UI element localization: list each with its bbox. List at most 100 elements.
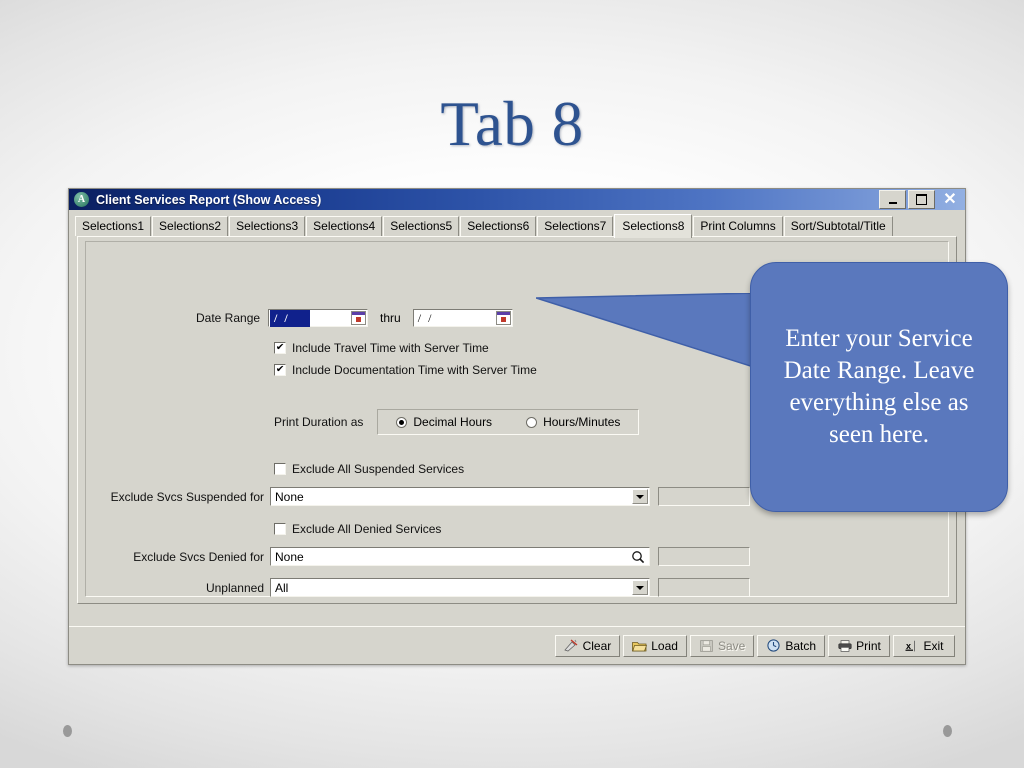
exclude-denied-for-row: Exclude Svcs Denied for None [96, 547, 750, 566]
print-duration-radio-group: Decimal Hours Hours/Minutes [377, 409, 639, 435]
window-title: Client Services Report (Show Access) [96, 193, 321, 207]
close-icon: ✕ [943, 192, 956, 208]
window-controls: ✕ [879, 190, 963, 209]
tab-selections8[interactable]: Selections8 [614, 214, 692, 238]
unplanned-dropdown[interactable]: All [270, 578, 650, 597]
tab-label: Selections5 [390, 219, 452, 233]
exit-button[interactable]: x Exit [893, 635, 955, 657]
calendar-icon[interactable] [496, 311, 511, 325]
radio-hours-minutes[interactable]: Hours/Minutes [526, 415, 620, 429]
include-travel-time-label: Include Travel Time with Server Time [292, 341, 489, 355]
tab-selections4[interactable]: Selections4 [306, 216, 382, 236]
tab-selections6[interactable]: Selections6 [460, 216, 536, 236]
tab-label: Selections6 [467, 219, 529, 233]
print-button-label: Print [856, 639, 881, 653]
checkbox-icon[interactable] [274, 523, 286, 535]
load-button-label: Load [651, 639, 678, 653]
print-button[interactable]: Print [828, 635, 890, 657]
chevron-down-icon[interactable] [632, 489, 648, 504]
unplanned-row: Unplanned All [96, 578, 750, 597]
exclude-all-suspended-checkbox-row[interactable]: Exclude All Suspended Services [274, 462, 464, 476]
callout-bubble: Enter your Service Date Range. Leave eve… [750, 262, 1008, 512]
clear-button[interactable]: Clear [555, 635, 621, 657]
decorative-dot-right [943, 725, 952, 737]
magnifier-icon[interactable] [630, 549, 646, 565]
tab-label: Sort/Subtotal/Title [791, 219, 886, 233]
callout-text: Enter your Service Date Range. Leave eve… [769, 323, 989, 451]
exclude-suspended-for-dropdown[interactable]: None [270, 487, 650, 506]
include-travel-time-checkbox-row[interactable]: Include Travel Time with Server Time [274, 341, 489, 355]
clear-button-label: Clear [583, 639, 612, 653]
tab-label: Print Columns [700, 219, 775, 233]
calendar-icon[interactable] [351, 311, 366, 325]
radio-decimal-hours-label: Decimal Hours [413, 415, 492, 429]
exclude-all-denied-label: Exclude All Denied Services [292, 522, 441, 536]
exclude-all-denied-checkbox-row[interactable]: Exclude All Denied Services [274, 522, 441, 536]
checkbox-icon[interactable] [274, 342, 286, 354]
callout-tail [536, 293, 760, 369]
chevron-down-icon[interactable] [632, 580, 648, 595]
date-range-from-input[interactable]: / / [268, 309, 368, 327]
load-button[interactable]: Load [623, 635, 687, 657]
exit-button-label: Exit [923, 639, 943, 653]
include-documentation-time-checkbox-row[interactable]: Include Documentation Time with Server T… [274, 363, 537, 377]
tab-label: Selections8 [622, 219, 684, 233]
date-range-to-input[interactable]: / / [413, 309, 513, 327]
tab-label: Selections1 [82, 219, 144, 233]
tab-label: Selections3 [236, 219, 298, 233]
decorative-dot-left [63, 725, 72, 737]
unplanned-stub-field[interactable] [658, 578, 750, 597]
tab-selections2[interactable]: Selections2 [152, 216, 228, 236]
tab-strip: Selections1 Selections2 Selections3 Sele… [69, 210, 965, 236]
tab-label: Selections4 [313, 219, 375, 233]
exclude-suspended-for-stub-field[interactable] [658, 487, 750, 506]
batch-button-label: Batch [785, 639, 816, 653]
exclude-denied-for-input[interactable]: None [270, 547, 650, 566]
tab-label: Selections2 [159, 219, 221, 233]
radio-hours-minutes-label: Hours/Minutes [543, 415, 620, 429]
save-button[interactable]: Save [690, 635, 754, 657]
printer-icon [837, 639, 852, 652]
exclude-denied-for-stub-field[interactable] [658, 547, 750, 566]
clock-icon [766, 639, 781, 652]
date-range-row: Date Range / / thru / / [196, 309, 513, 327]
tab-sort-subtotal-title[interactable]: Sort/Subtotal/Title [784, 216, 893, 236]
exclude-suspended-for-row: Exclude Svcs Suspended for None [96, 487, 750, 506]
exit-x-icon: x [904, 639, 919, 652]
exclude-suspended-for-label: Exclude Svcs Suspended for [96, 490, 264, 504]
access-app-icon: A [74, 192, 89, 207]
exclude-all-suspended-label: Exclude All Suspended Services [292, 462, 464, 476]
tab-selections3[interactable]: Selections3 [229, 216, 305, 236]
checkbox-icon[interactable] [274, 364, 286, 376]
close-button[interactable]: ✕ [937, 190, 963, 209]
minimize-button[interactable] [879, 190, 906, 209]
exclude-denied-for-value: None [271, 550, 304, 564]
date-range-thru-label: thru [380, 311, 401, 325]
svg-text:x: x [906, 641, 911, 651]
radio-decimal-hours[interactable]: Decimal Hours [396, 415, 492, 429]
save-button-label: Save [718, 639, 745, 653]
checkbox-icon[interactable] [274, 463, 286, 475]
tab-label: Selections7 [544, 219, 606, 233]
unplanned-label: Unplanned [96, 581, 264, 595]
date-range-label: Date Range [196, 311, 260, 325]
window-titlebar: A Client Services Report (Show Access) ✕ [69, 189, 965, 210]
tab-print-columns[interactable]: Print Columns [693, 216, 782, 236]
exclude-denied-for-label: Exclude Svcs Denied for [96, 550, 264, 564]
batch-button[interactable]: Batch [757, 635, 825, 657]
minimize-icon [889, 202, 897, 204]
maximize-button[interactable] [908, 190, 935, 209]
date-range-from-value: / / [270, 310, 310, 327]
unplanned-value: All [271, 581, 288, 595]
tab-selections7[interactable]: Selections7 [537, 216, 613, 236]
tab-selections1[interactable]: Selections1 [75, 216, 151, 236]
print-duration-row: Print Duration as Decimal Hours Hours/Mi… [274, 409, 639, 435]
folder-open-icon [632, 639, 647, 652]
eraser-icon [564, 639, 579, 652]
tab-selections5[interactable]: Selections5 [383, 216, 459, 236]
radio-icon [396, 417, 407, 428]
date-range-to-value: / / [414, 311, 434, 326]
floppy-disk-icon [699, 639, 714, 652]
maximize-icon [916, 194, 927, 205]
include-documentation-time-label: Include Documentation Time with Server T… [292, 363, 537, 377]
